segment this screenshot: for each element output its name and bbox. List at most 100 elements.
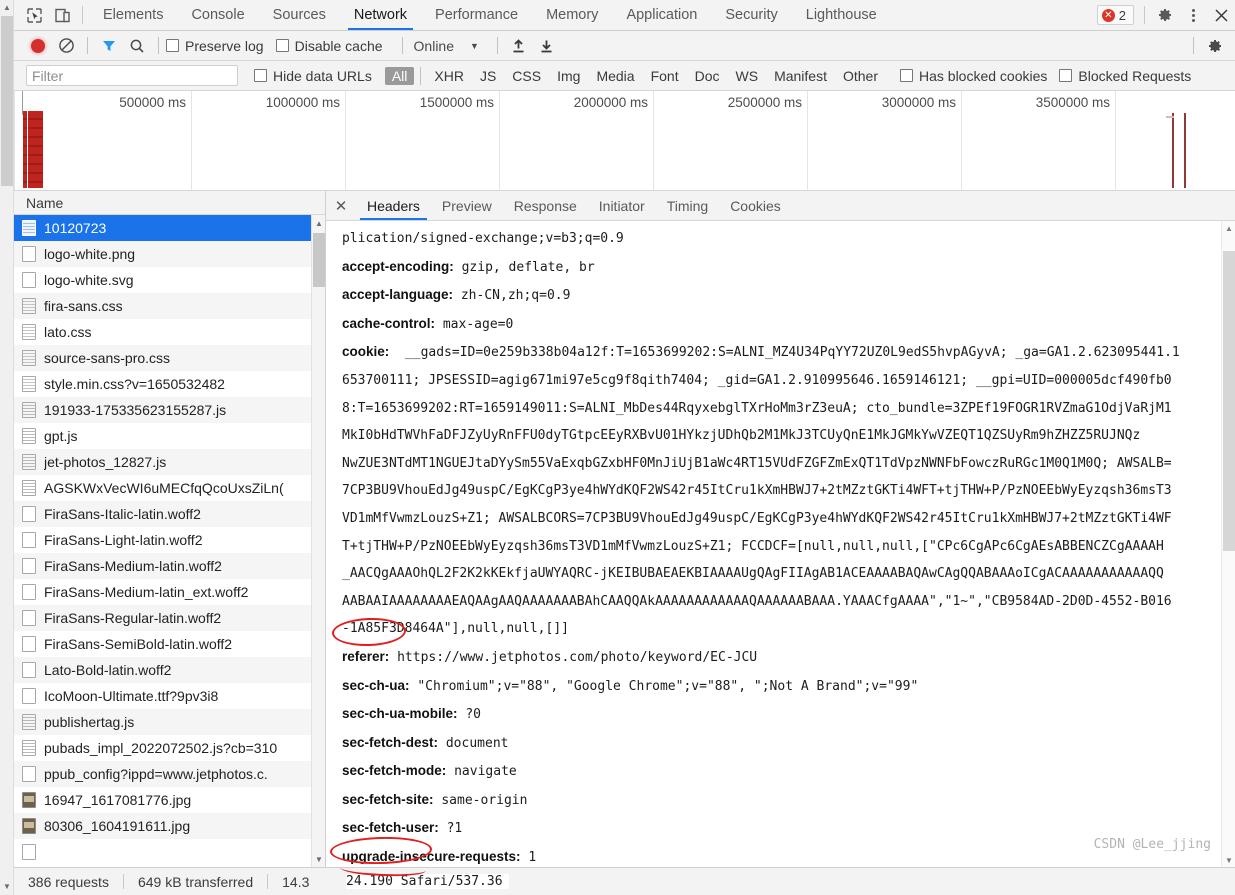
table-row[interactable]: AGSKWxVecWI6uMECfqQcoUxsZiLn( [14,475,325,501]
table-row[interactable]: fira-sans.css [14,293,325,319]
error-count-badge[interactable]: ✕ 2 [1096,5,1134,25]
tab-console[interactable]: Console [177,0,258,30]
tab-initiator[interactable]: Initiator [588,191,656,220]
search-icon[interactable] [123,38,151,54]
disable-cache-box[interactable] [275,39,289,52]
clear-button[interactable] [52,37,80,54]
table-row[interactable]: FiraSans-Regular-latin.woff2 [14,605,325,631]
requests-column-header[interactable]: Name [14,191,325,215]
ftype-doc[interactable]: Doc [688,67,727,85]
hide-data-urls-checkbox[interactable]: Hide data URLs [254,68,372,84]
table-row[interactable]: FiraSans-Medium-latin.woff2 [14,553,325,579]
table-row[interactable]: 16947_1617081776.jpg [14,787,325,813]
tab-cookies[interactable]: Cookies [719,191,792,220]
table-row[interactable]: 10120723 [14,215,325,241]
request-name: source-sans-pro.css [44,350,171,366]
record-button[interactable] [24,38,52,53]
page-scroll-up-icon[interactable]: ▲ [0,0,14,16]
table-row[interactable]: 80306_1604191611.jpg [14,813,325,839]
ftype-img[interactable]: Img [550,67,587,85]
network-settings-gear-icon[interactable] [1201,38,1229,54]
tab-performance[interactable]: Performance [421,0,532,30]
table-row[interactable]: FiraSans-Medium-latin_ext.woff2 [14,579,325,605]
tab-sources[interactable]: Sources [259,0,340,30]
header-value: __gads=ID=0e259b338b04a12f:T=1653699202:… [389,345,1180,361]
close-panel-icon[interactable]: ✕ [326,191,356,220]
table-row[interactable]: Lato-Bold-latin.woff2 [14,657,325,683]
tab-application[interactable]: Application [612,0,711,30]
column-header-name: Name [26,194,64,211]
table-row[interactable]: source-sans-pro.css [14,345,325,371]
table-row[interactable]: FiraSans-Italic-latin.woff2 [14,501,325,527]
tab-memory[interactable]: Memory [532,0,612,30]
table-row[interactable]: logo-white.svg [14,267,325,293]
ftype-js[interactable]: JS [473,67,503,85]
chevron-down-icon[interactable]: ▼ [470,41,479,51]
details-scroll-up-icon[interactable]: ▲ [1222,221,1235,235]
details-scroll-down-icon[interactable]: ▼ [1222,853,1235,867]
ftype-ws[interactable]: WS [729,67,766,85]
search-input[interactable] [26,65,238,86]
tab-console-label: Console [191,7,245,23]
preserve-log-box[interactable] [166,39,179,52]
list-scroll-up-icon[interactable]: ▲ [312,215,325,231]
headers-content[interactable]: plication/signed-exchange;v=b3;q=0.9 acc… [326,221,1235,867]
ftype-other[interactable]: Other [836,67,885,85]
table-row[interactable]: FiraSans-Light-latin.woff2 [14,527,325,553]
list-scrollbar-thumb[interactable] [313,233,325,287]
requests-list-body[interactable]: 10120723 logo-white.png logo-white.svg f… [14,215,325,867]
network-overview-timeline[interactable]: 500000 ms 1000000 ms 1500000 ms 2000000 … [14,91,1235,191]
import-har-icon[interactable] [505,38,533,54]
page-scrollbar-thumb[interactable] [1,16,13,186]
table-row[interactable]: ppub_config?ippd=www.jetphotos.c. [14,761,325,787]
table-row[interactable]: pubads_impl_2022072502.js?cb=310 [14,735,325,761]
table-row[interactable]: logo-white.png [14,241,325,267]
table-row[interactable]: publishertag.js [14,709,325,735]
table-row[interactable]: FiraSans-SemiBold-latin.woff2 [14,631,325,657]
tab-response[interactable]: Response [503,191,588,220]
script-file-icon [22,740,36,756]
table-row[interactable]: 191933-175335623155287.js [14,397,325,423]
table-row[interactable]: lato.css [14,319,325,345]
tab-elements[interactable]: Elements [89,0,177,30]
hide-data-urls-box[interactable] [254,69,267,82]
ftype-manifest[interactable]: Manifest [767,67,834,85]
blocked-requests-checkbox[interactable]: Blocked Requests [1059,68,1191,84]
export-har-icon[interactable] [533,38,561,54]
ftype-xhr[interactable]: XHR [427,67,471,85]
gear-icon[interactable] [1151,0,1179,30]
table-row[interactable]: gpt.js [14,423,325,449]
tab-preview[interactable]: Preview [431,191,503,220]
page-scroll-down-icon[interactable]: ▼ [0,879,14,895]
filter-funnel-icon[interactable] [95,38,123,54]
watermark-label: CSDN @Lee_jjing [1093,837,1211,853]
tab-security[interactable]: Security [711,0,791,30]
has-blocked-cookies-box[interactable] [900,69,913,82]
tab-timing[interactable]: Timing [656,191,720,220]
ftype-media[interactable]: Media [589,67,641,85]
table-row-partial[interactable] [14,839,325,865]
page-scrollbar[interactable]: ▲ ▼ [0,0,14,895]
kebab-menu-icon[interactable] [1179,0,1207,30]
ftype-all[interactable]: All [384,66,415,85]
ftype-css[interactable]: CSS [505,67,548,85]
details-scrollbar-thumb[interactable] [1223,251,1235,551]
list-scroll-down-icon[interactable]: ▼ [312,851,325,867]
details-scrollbar[interactable]: ▲ ▼ [1221,221,1235,867]
ftype-font[interactable]: Font [644,67,686,85]
tab-network[interactable]: Network [340,0,421,30]
device-toolbar-icon[interactable] [48,0,76,30]
table-row[interactable]: IcoMoon-Ultimate.ttf?9pv3i8 [14,683,325,709]
has-blocked-cookies-checkbox[interactable]: Has blocked cookies [900,68,1047,84]
table-row[interactable]: style.min.css?v=1650532482 [14,371,325,397]
table-row[interactable]: jet-photos_12827.js [14,449,325,475]
tab-lighthouse[interactable]: Lighthouse [792,0,891,30]
preserve-log-checkbox[interactable]: Preserve log [166,38,264,54]
inspect-element-icon[interactable] [20,0,48,30]
requests-list-scrollbar[interactable]: ▲ ▼ [311,215,325,867]
tab-headers[interactable]: Headers [356,191,431,220]
disable-cache-checkbox[interactable]: Disable cache [275,38,383,54]
throttling-select[interactable]: Online ▼ [410,38,479,54]
close-icon[interactable] [1207,0,1235,30]
blocked-requests-box[interactable] [1059,69,1073,82]
